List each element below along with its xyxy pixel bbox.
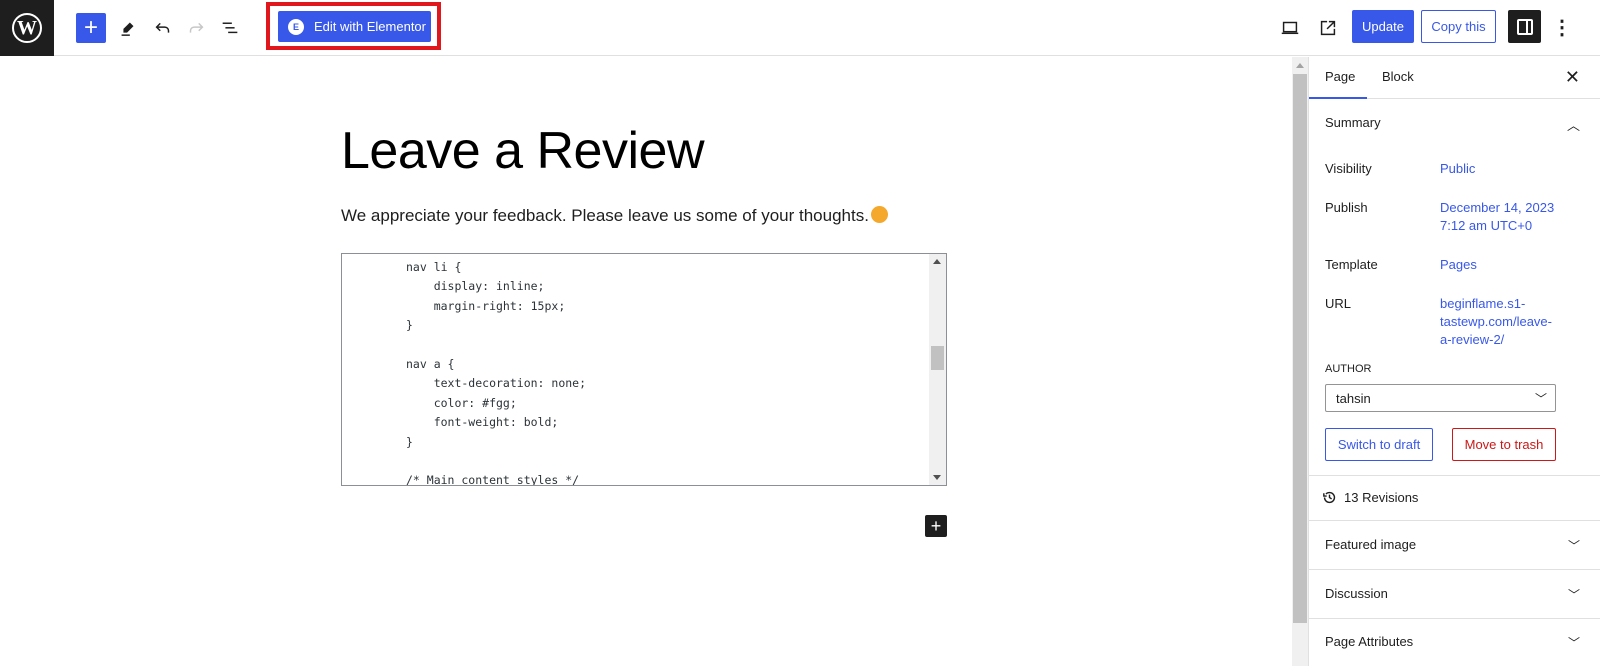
scroll-up-arrow-icon[interactable] [933,259,941,264]
switch-to-draft-button[interactable]: Switch to draft [1325,428,1433,461]
close-sidebar-icon[interactable]: ✕ [1565,67,1580,88]
chevron-down-icon: ﹀ [1534,392,1547,406]
tab-page[interactable]: Page [1325,69,1355,84]
edit-with-elementor-label: Edit with Elementor [314,19,426,34]
publish-label: Publish [1325,200,1368,215]
code-line: text-decoration: none; [406,376,587,391]
update-button[interactable]: Update [1352,10,1414,43]
plus-icon: + [930,516,942,536]
chevron-down-icon[interactable]: ﹀ [1568,586,1580,603]
block-inserter-button[interactable]: + [925,515,947,537]
undo-icon [155,22,170,33]
revisions-label: 13 Revisions [1344,490,1419,505]
redo-button[interactable] [180,12,212,44]
wordpress-logo-button[interactable]: W [0,0,54,56]
author-label: Author [1325,363,1372,375]
code-block[interactable]: nav li { display: inline; margin-right: … [341,253,947,486]
settings-sidebar: Page Block ✕ Summary ︿ Visibility Public… [1308,57,1600,666]
canvas-scrollbar[interactable] [1292,57,1308,666]
editor-toolbar: W + E Edit with Elementor Update Copy th… [0,0,1600,56]
code-line: font-weight: bold; [406,415,559,430]
code-line: } [406,318,413,333]
copy-this-button[interactable]: Copy this [1421,10,1496,43]
template-value-link[interactable]: Pages [1440,256,1570,274]
code-line: nav a { [406,356,455,371]
discussion-panel-toggle[interactable]: Discussion [1325,586,1388,601]
code-content: nav li { display: inline; margin-right: … [406,258,587,486]
divider [1309,618,1600,619]
summary-heading[interactable]: Summary [1325,115,1381,130]
divider [1309,475,1600,476]
paragraph-block[interactable]: We appreciate your feedback. Please leav… [341,206,888,226]
visibility-value-link[interactable]: Public [1440,160,1570,178]
view-page-button[interactable] [1312,12,1344,44]
scroll-up-arrow-icon[interactable] [1296,63,1304,68]
move-to-trash-button[interactable]: Move to trash [1452,428,1556,461]
divider [1309,569,1600,570]
chevron-down-icon[interactable]: ﹀ [1568,537,1580,554]
scroll-down-arrow-icon[interactable] [933,475,941,480]
scrollbar-thumb[interactable] [1293,74,1307,623]
active-tab-indicator [1309,97,1367,99]
add-block-button[interactable]: + [76,13,106,43]
page-attributes-panel-toggle[interactable]: Page Attributes [1325,634,1413,649]
publish-date-link[interactable]: December 14, 2023 7:12 am UTC+0 [1440,199,1570,235]
revisions-link[interactable]: 13 Revisions [1321,489,1418,506]
url-label: URL [1325,296,1352,311]
visibility-label: Visibility [1325,161,1372,176]
code-line: margin-right: 15px; [406,298,566,313]
code-line: /* Main content styles */ [406,473,580,486]
code-line: nav li { [406,260,462,274]
page-title[interactable]: Leave a Review [341,121,705,181]
plus-icon: + [83,14,98,41]
options-menu-button[interactable]: ⋮ [1552,12,1572,42]
view-button[interactable] [1274,12,1306,44]
redo-icon [189,22,204,33]
external-link-icon [1320,20,1336,36]
edit-with-elementor-button[interactable]: E Edit with Elementor [278,11,431,42]
author-value: tahsin [1336,390,1371,406]
paragraph-text: We appreciate your feedback. Please leav… [341,206,869,225]
code-line: display: inline; [406,279,545,294]
settings-toggle-button[interactable] [1508,10,1541,43]
code-line: } [406,434,413,449]
list-view-icon [222,22,238,34]
scrollbar-thumb[interactable] [931,346,944,370]
undo-button[interactable] [147,12,179,44]
tab-block[interactable]: Block [1382,69,1414,84]
desktop-icon [1281,21,1299,35]
smiling-face-emoji-icon [870,206,888,223]
divider [1309,520,1600,521]
history-icon [1323,491,1336,504]
tools-button[interactable] [112,12,144,44]
elementor-icon: E [288,18,304,35]
code-scrollbar[interactable] [929,254,946,485]
author-select[interactable]: tahsin ﹀ [1325,384,1556,412]
sidebar-panel-icon [1516,18,1533,35]
document-overview-button[interactable] [214,12,246,44]
editor-canvas: Leave a Review We appreciate your feedba… [0,57,1292,666]
more-vertical-icon: ⋮ [1552,16,1572,39]
url-value-link[interactable]: beginflame.s1-tastewp.com/leave-a-review… [1440,295,1552,349]
pencil-icon [121,22,134,36]
featured-image-panel-toggle[interactable]: Featured image [1325,537,1416,552]
sidebar-tabs: Page Block ✕ [1309,57,1600,99]
wordpress-logo-icon: W [12,13,42,43]
chevron-up-icon[interactable]: ︿ [1567,115,1580,134]
template-label: Template [1325,257,1378,272]
chevron-down-icon[interactable]: ﹀ [1568,634,1580,651]
code-line: color: #fgg; [406,395,517,410]
